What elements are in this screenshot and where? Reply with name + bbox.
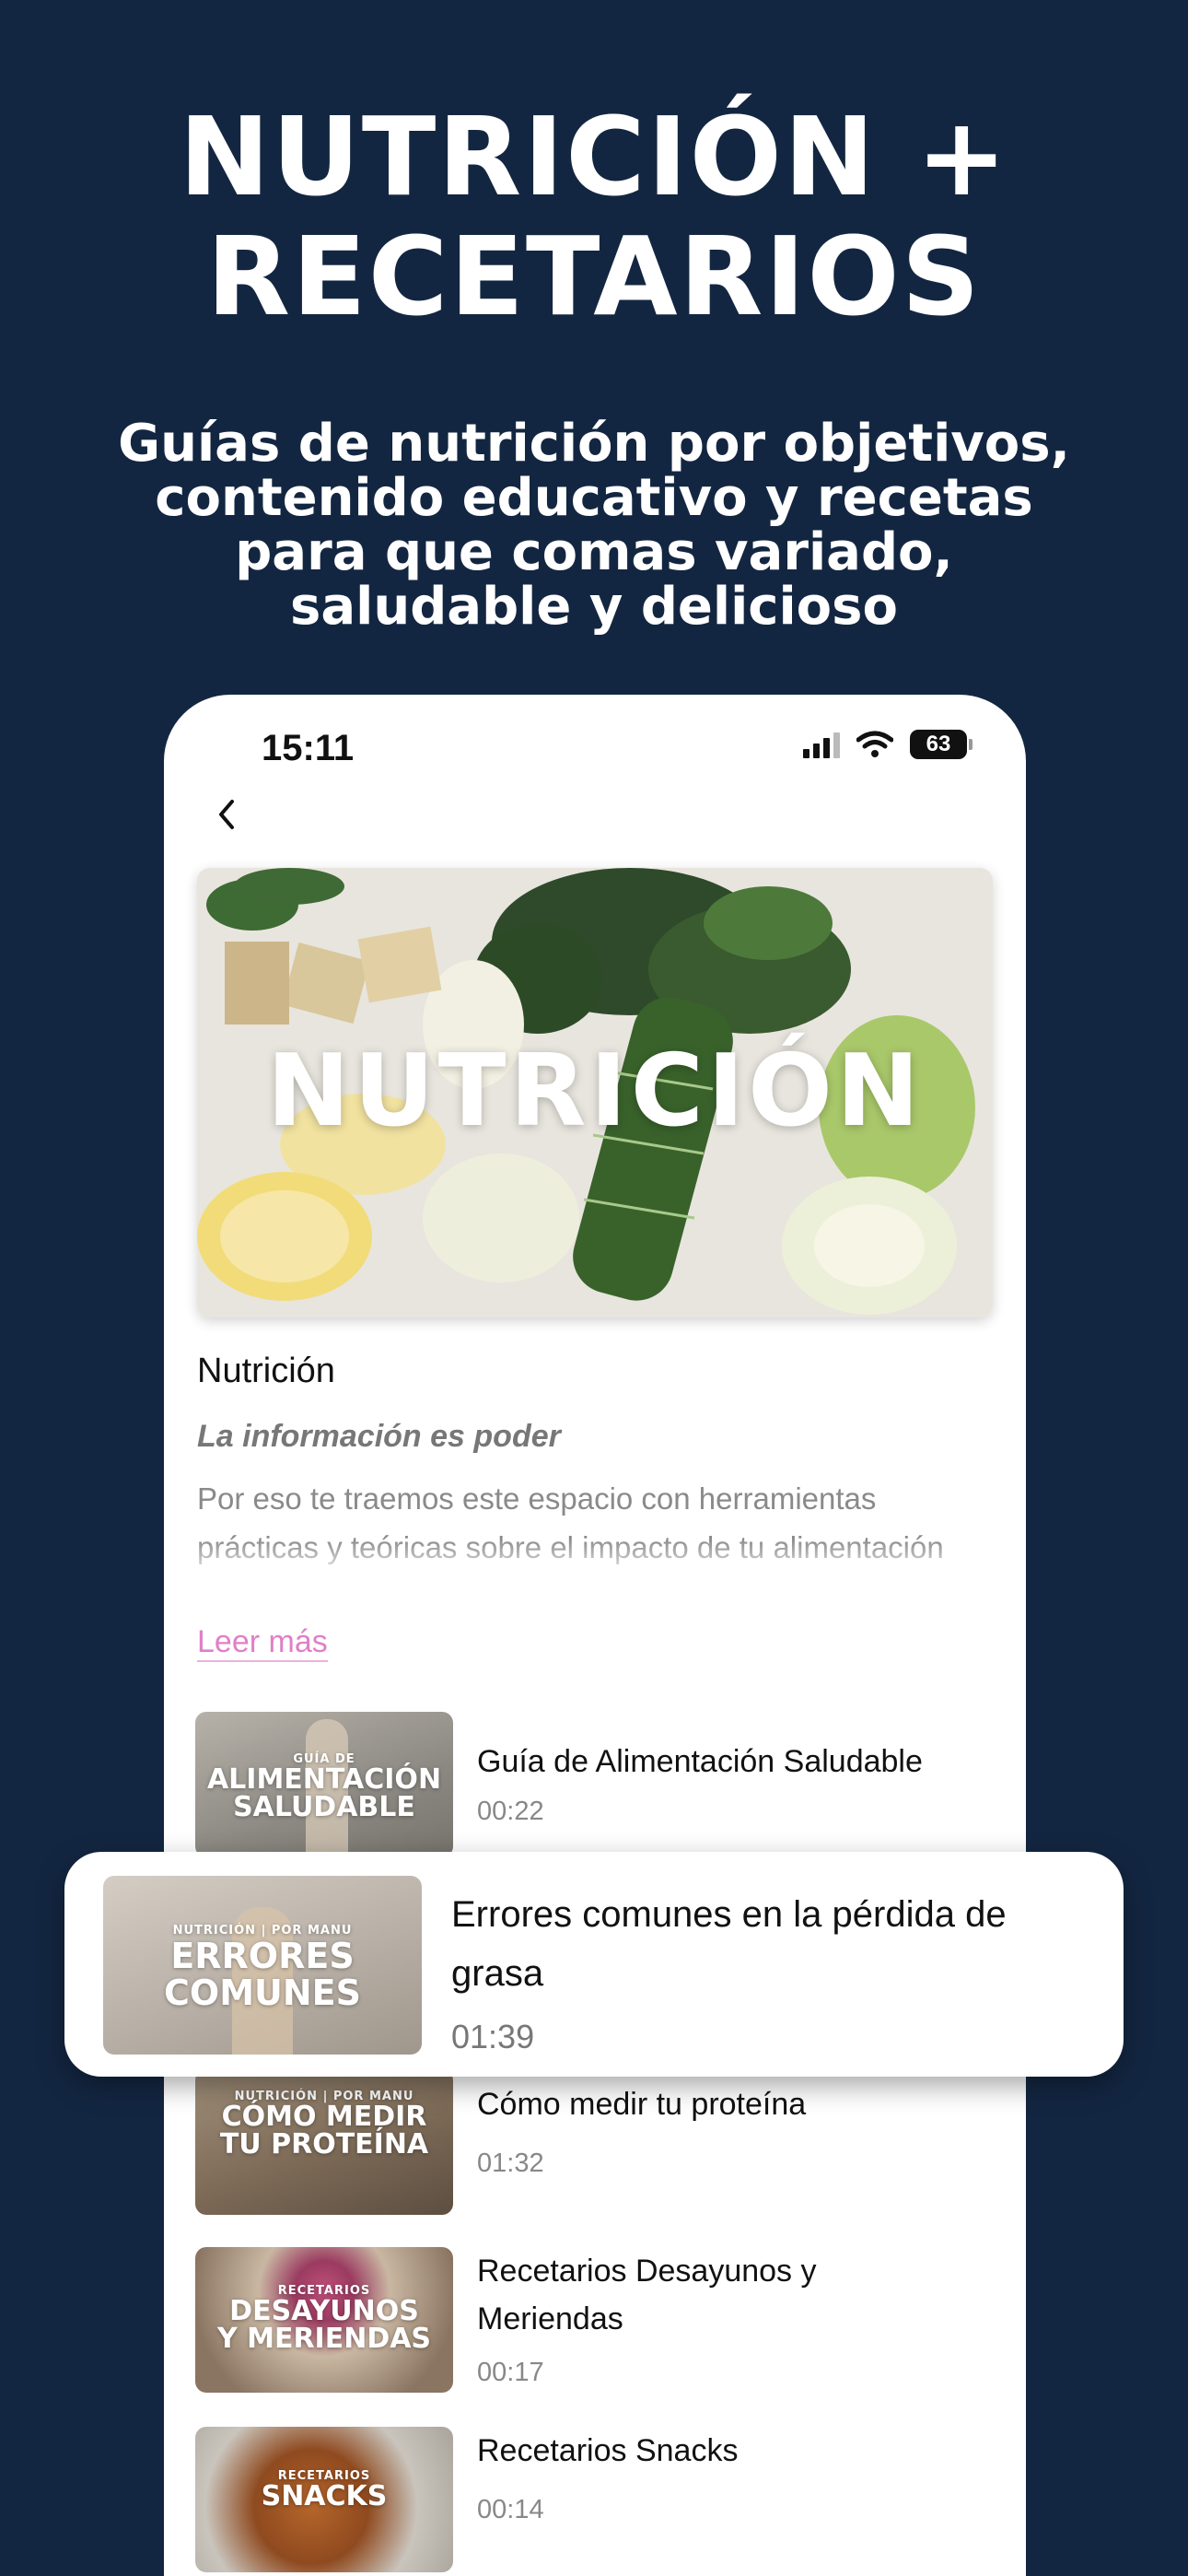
subheadline: Guías de nutrición por objetivos, conten… bbox=[55, 416, 1133, 634]
video-list-item[interactable]: RECETARIOS DESAYUNOS Y MERIENDAS Recetar… bbox=[195, 2247, 996, 2393]
video-title: Guía de Alimentación Saludable bbox=[477, 1744, 923, 1779]
video-thumbnail: RECETARIOS SNACKS bbox=[195, 2427, 453, 2572]
thumbnail-title-line-2: TU PROTEÍNA bbox=[219, 2128, 429, 2160]
subheadline-line-2: contenido educativo y recetas bbox=[155, 468, 1033, 528]
video-thumbnail: RECETARIOS DESAYUNOS Y MERIENDAS bbox=[195, 2247, 453, 2393]
video-title: Recetarios Snacks bbox=[477, 2433, 739, 2468]
thumbnail-title-line-2: Y MERIENDAS bbox=[216, 2323, 432, 2355]
thumbnail-title-line-1: DESAYUNOS bbox=[229, 2295, 419, 2327]
section-title: Nutrición bbox=[197, 1352, 335, 1390]
highlighted-video-card[interactable]: NUTRICIÓN | POR MANU ERRORES COMUNES Err… bbox=[64, 1852, 1124, 2077]
video-duration: 00:14 bbox=[477, 2495, 544, 2524]
video-title: Recetarios Desayunos y Meriendas bbox=[477, 2254, 817, 2336]
thumbnail-title-line-1: CÓMO MEDIR bbox=[221, 2101, 427, 2133]
video-duration: 01:32 bbox=[477, 2149, 544, 2178]
video-thumbnail: NUTRICIÓN | POR MANU CÓMO MEDIR TU PROTE… bbox=[195, 2069, 453, 2215]
cellular-signal-icon bbox=[803, 731, 840, 758]
video-duration: 00:17 bbox=[477, 2358, 544, 2387]
headline: NUTRICIÓN + RECETARIOS bbox=[0, 97, 1188, 336]
subheadline-line-1: Guías de nutrición por objetivos, bbox=[118, 414, 1070, 474]
wifi-icon bbox=[856, 731, 893, 757]
thumbnail-title-line-1: ALIMENTACIÓN bbox=[206, 1763, 442, 1796]
subheadline-line-3: para que comas variado, bbox=[235, 522, 953, 582]
video-thumbnail: NUTRICIÓN | POR MANU ERRORES COMUNES bbox=[103, 1876, 422, 2055]
description-fade bbox=[197, 1539, 989, 1588]
video-title: Cómo medir tu proteína bbox=[477, 2087, 807, 2122]
thumbnail-title-line-1: SNACKS bbox=[261, 2480, 388, 2512]
video-list-item[interactable]: RECETARIOS SNACKS Recetarios Snacks 00:1… bbox=[195, 2427, 996, 2572]
video-list-item[interactable]: GUÍA DE ALIMENTACIÓN SALUDABLE Guía de A… bbox=[195, 1712, 996, 1857]
video-title: Errores comunes en la pérdida de grasa bbox=[451, 1894, 1007, 1994]
thumbnail-title-line-1: ERRORES bbox=[170, 1936, 355, 1976]
hero-image: NUTRICIÓN bbox=[197, 868, 993, 1317]
hero-overlay-text: NUTRICIÓN bbox=[266, 1034, 924, 1149]
read-more-link[interactable]: Leer más bbox=[197, 1623, 328, 1662]
section-tagline: La información es poder bbox=[197, 1419, 561, 1454]
video-duration: 01:39 bbox=[451, 2018, 535, 2055]
status-bar: 15:11 63 bbox=[164, 695, 1026, 796]
status-time: 15:11 bbox=[262, 728, 355, 768]
status-icons: 63 bbox=[803, 730, 973, 759]
headline-line-1: NUTRICIÓN + bbox=[179, 93, 1009, 220]
video-list-item[interactable]: NUTRICIÓN | POR MANU CÓMO MEDIR TU PROTE… bbox=[195, 2069, 996, 2215]
phone-screen: 15:11 63 NUTRICIÓN Nutrición La informac… bbox=[164, 695, 1026, 2576]
battery-icon: 63 bbox=[910, 730, 973, 759]
thumbnail-title-line-2: SALUDABLE bbox=[233, 1791, 415, 1823]
subheadline-line-4: saludable y delicioso bbox=[290, 577, 898, 637]
video-duration: 00:22 bbox=[477, 1797, 544, 1826]
back-chevron-icon[interactable] bbox=[201, 787, 256, 842]
headline-line-2: RECETARIOS bbox=[206, 213, 982, 340]
video-thumbnail: GUÍA DE ALIMENTACIÓN SALUDABLE bbox=[195, 1712, 453, 1857]
thumbnail-title-line-2: COMUNES bbox=[164, 1973, 361, 2013]
